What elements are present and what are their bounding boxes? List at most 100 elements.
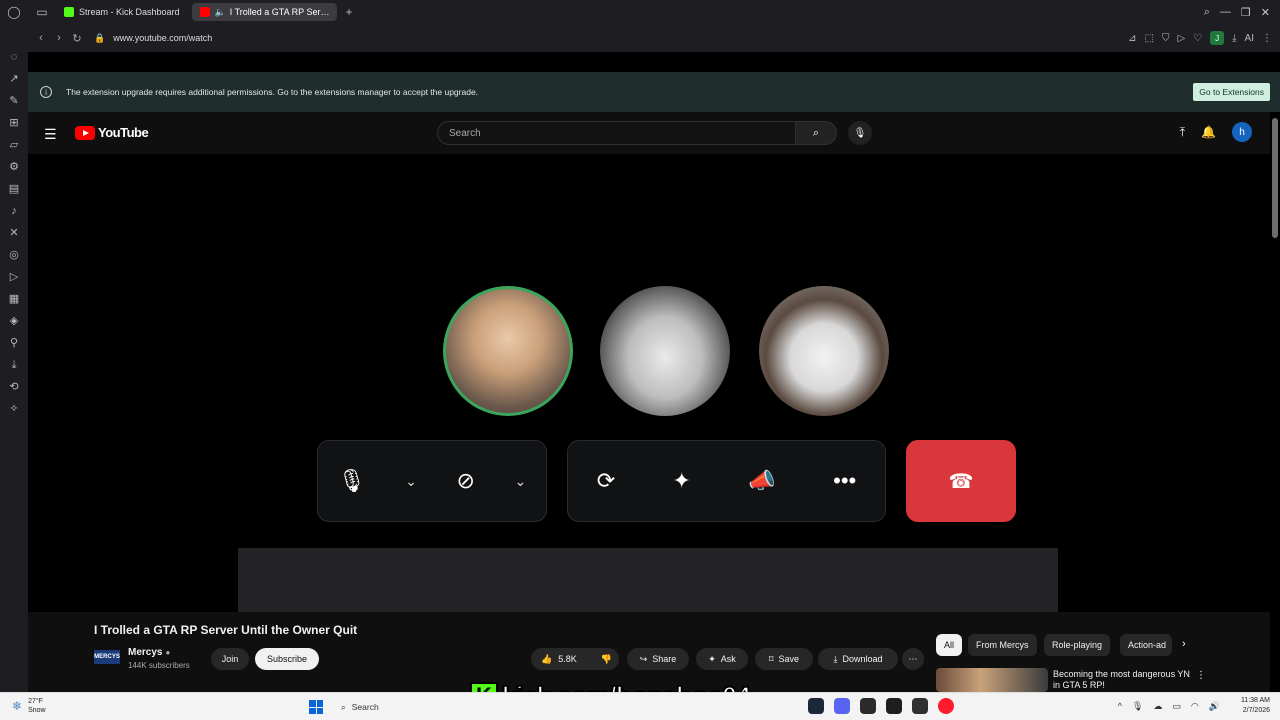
lock-icon[interactable]: 🔒 (94, 33, 105, 44)
forward-icon[interactable]: › (50, 32, 68, 44)
speaker-icon[interactable]: 🔈 (215, 7, 226, 18)
reload-icon[interactable]: ↻ (68, 32, 86, 45)
download-icon[interactable]: ⤓ (1232, 33, 1236, 44)
record-app-icon[interactable] (912, 698, 928, 714)
tab-label: Stream - Kick Dashboard (79, 7, 180, 17)
sidebar-aria-icon[interactable]: ↗ (9, 72, 18, 86)
recommended-video-thumbnail[interactable] (936, 668, 1048, 692)
sidebar-history-icon[interactable]: ⟲ (9, 380, 18, 394)
opera-app-icon[interactable] (938, 698, 954, 714)
sidebar-tiktok-icon[interactable]: ♪ (11, 204, 17, 218)
sidebar-settings-icon[interactable]: ⚙ (9, 160, 19, 174)
search-input[interactable]: Search (437, 121, 796, 145)
close-icon[interactable]: ✕ (1261, 6, 1270, 19)
sidebar-extensions-icon[interactable]: ✧ (9, 402, 18, 416)
sidebar-workspaces-icon[interactable]: ◌ (11, 50, 18, 64)
sidebar-pinboard-icon[interactable]: ▱ (10, 138, 18, 152)
sidebar-player-icon[interactable]: ▷ (10, 270, 18, 284)
subscriber-count: 144K subscribers (128, 661, 190, 670)
clock-time: 11:38 AM (1240, 697, 1270, 704)
save-button[interactable]: ⌑ Save (755, 648, 813, 670)
sidebar-gamepad-icon[interactable]: ◈ (10, 314, 18, 328)
ask-button[interactable]: ✦ Ask (696, 648, 748, 670)
like-icon[interactable]: 👍 (541, 654, 552, 665)
mic-tray-icon[interactable]: 🎙 (1132, 701, 1143, 712)
discord-app-icon[interactable] (834, 698, 850, 714)
terminal-app-icon[interactable] (886, 698, 902, 714)
chip-all[interactable]: All (936, 634, 963, 656)
download-button[interactable]: ⤓ Download (818, 648, 898, 670)
back-icon[interactable]: ‹ (32, 32, 50, 44)
url-field[interactable]: www.youtube.com/watch (113, 33, 212, 43)
sidebar-apps-icon[interactable]: ▦ (9, 292, 19, 306)
menu-icon[interactable]: ⋮ (1262, 33, 1272, 44)
tab-youtube-video[interactable]: 🔈 I Trolled a GTA RP Ser… (191, 3, 338, 21)
battery-tray-icon[interactable]: ▭ (1172, 701, 1181, 712)
share-button[interactable]: ↪ Share (627, 648, 689, 670)
volume-tray-icon[interactable]: 🔊 (1209, 701, 1220, 712)
chip-role-playing[interactable]: Role-playing (1044, 634, 1111, 656)
windows-start-icon[interactable] (309, 700, 323, 714)
steam-app-icon[interactable] (808, 698, 824, 714)
sidebar-twitch-icon[interactable]: ▤ (9, 182, 19, 196)
chevron-up-icon[interactable]: ^ (1118, 701, 1122, 712)
notifications-bell-icon[interactable]: 🔔 (1201, 125, 1216, 139)
voice-search-button[interactable]: 🎙 (848, 121, 872, 145)
player-icon[interactable]: ▷ (1177, 33, 1185, 44)
maximize-icon[interactable]: ❐ (1241, 6, 1251, 19)
sidebar-x-icon[interactable]: ✕ (9, 226, 18, 240)
page-scrollbar[interactable] (1272, 118, 1278, 238)
recommended-video-title[interactable]: Becoming the most dangerous YN in GTA 5 … (1053, 669, 1191, 691)
account-avatar[interactable]: h (1232, 122, 1252, 142)
channel-name-text: Mercys (128, 647, 163, 658)
cloud-tray-icon[interactable]: ☁ (1153, 701, 1162, 712)
search-icon: ⌕ (341, 701, 346, 712)
youtube-header: ☰ YouTube Search ⌕ 🎙 ⤒ 🔔 h (28, 112, 1270, 154)
more-vertical-icon[interactable]: ⋮ (1196, 670, 1206, 681)
sidebar-whatsapp-icon[interactable]: ◎ (9, 248, 19, 262)
call-participant-avatar-2 (600, 286, 730, 416)
subscribe-button[interactable]: Subscribe (255, 648, 319, 670)
shield-icon[interactable]: ⛉ (1162, 33, 1170, 44)
go-to-extensions-button[interactable]: Go to Extensions (1193, 83, 1270, 101)
pin-icon[interactable]: ⊿ (1128, 33, 1136, 44)
system-tray: ^ 🎙 ☁ ▭ ◠ 🔊 (1118, 701, 1220, 712)
ai-button[interactable]: AI (1245, 33, 1254, 44)
soundboard-icon: 📣 (748, 468, 776, 493)
like-count[interactable]: 5.8K (558, 654, 577, 664)
new-tab-button[interactable]: + (345, 5, 352, 19)
obs-app-icon[interactable] (860, 698, 876, 714)
screenshot-icon[interactable]: ⬚ (1145, 33, 1154, 44)
workspaces-icon[interactable]: ▭ (28, 5, 56, 19)
search-tabs-icon[interactable]: ⌕ (1204, 6, 1210, 19)
chevron-right-icon[interactable]: › (1182, 638, 1186, 650)
sidebar-ai-icon[interactable]: ✎ (9, 94, 18, 108)
profile-icon[interactable]: J (1210, 31, 1225, 45)
heart-icon[interactable]: ♡ (1193, 33, 1202, 44)
browser-menu-icon[interactable]: ◯ (0, 5, 28, 19)
bookmark-icon: ⌑ (768, 653, 774, 664)
channel-avatar[interactable]: MERCYS (94, 650, 120, 664)
tab-label: I Trolled a GTA RP Ser… (229, 7, 330, 17)
dislike-icon[interactable]: 👎 (601, 654, 612, 665)
sidebar-extension-icon[interactable]: ⊞ (9, 116, 18, 130)
sidebar-pin-icon[interactable]: ⚲ (10, 336, 18, 350)
call-audio-video-controls: 🎙 ⌄ ⊘ ⌄ (317, 440, 547, 522)
taskbar-clock[interactable]: 11:38 AM 2/7/2026 (1241, 696, 1270, 716)
youtube-logo[interactable]: YouTube (75, 125, 149, 140)
minimize-icon[interactable]: — (1220, 6, 1231, 18)
wifi-tray-icon[interactable]: ◠ (1191, 701, 1199, 712)
more-actions-button[interactable]: ⋯ (902, 648, 924, 670)
taskbar-search[interactable]: ⌕ Search (333, 697, 453, 717)
chip-action-adventure[interactable]: Action-ad (1120, 634, 1172, 656)
search-button[interactable]: ⌕ (795, 121, 837, 145)
chip-from-mercys[interactable]: From Mercys (968, 634, 1037, 656)
join-button[interactable]: Join (211, 648, 249, 670)
weather-widget[interactable]: ❄ 27°F Snow (12, 697, 46, 715)
upload-icon[interactable]: ⤒ (1180, 125, 1185, 140)
sidebar-downloads-icon[interactable]: ⤓ (12, 358, 17, 372)
chevron-down-icon: ⌄ (405, 472, 417, 489)
channel-name[interactable]: Mercys ● (128, 647, 170, 658)
hamburger-menu-icon[interactable]: ☰ (44, 126, 57, 143)
tab-kick-dashboard[interactable]: Stream - Kick Dashboard (56, 3, 188, 21)
